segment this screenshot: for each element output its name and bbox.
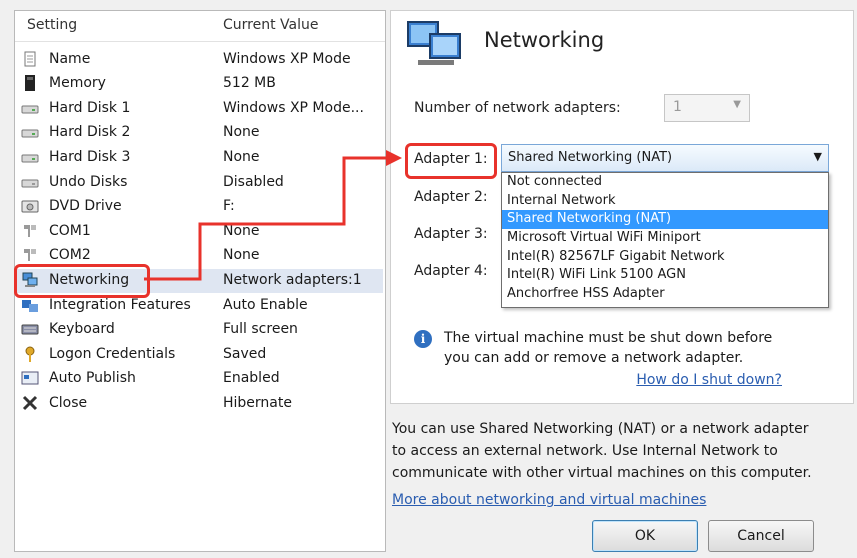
callout-arrow [144,150,402,281]
